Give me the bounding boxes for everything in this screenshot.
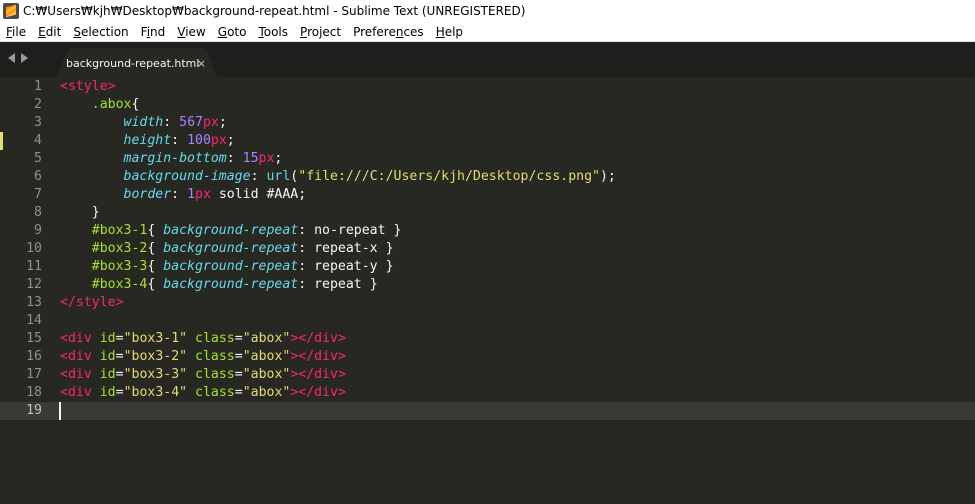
code-text: #box3-4{ background-repeat: repeat }: [91, 277, 378, 292]
line-number: 17: [26, 367, 42, 382]
code-text: height: 100px;: [123, 133, 235, 148]
window-title: C:₩Users₩kjh₩Desktop₩background-repeat.h…: [23, 4, 526, 18]
code-line[interactable]: 13 </style>: [0, 294, 975, 312]
menu-help[interactable]: Help: [430, 25, 469, 39]
line-number: 10: [26, 241, 42, 256]
line-number: 18: [26, 385, 42, 400]
menu-view[interactable]: View: [171, 25, 211, 39]
line-number: 6: [34, 169, 42, 184]
tab-navigation: [8, 53, 28, 63]
line-number: 7: [34, 187, 42, 202]
line-number: 13: [26, 295, 42, 310]
code-line[interactable]: 16 <div id="box3-2" class="abox"></div>: [0, 348, 975, 366]
code-text: margin-bottom: 15px;: [123, 151, 283, 166]
code-line[interactable]: 17 <div id="box3-3" class="abox"></div>: [0, 366, 975, 384]
menu-file[interactable]: File: [0, 25, 32, 39]
code-line[interactable]: 18 <div id="box3-4" class="abox"></div>: [0, 384, 975, 402]
code-text: <style>: [60, 79, 116, 94]
code-text: .abox{: [91, 97, 140, 112]
tab-label: background-repeat.html: [66, 56, 200, 70]
code-text: <div id="box3-2" class="abox"></div>: [60, 349, 346, 364]
menu-selection[interactable]: Selection: [67, 25, 134, 39]
code-text: border: 1px solid #AAA;: [123, 187, 307, 202]
menu-goto[interactable]: Goto: [212, 25, 253, 39]
menu-edit[interactable]: Edit: [32, 25, 67, 39]
tab-bar: background-repeat.html ×: [0, 43, 975, 78]
code-text: width: 567px;: [123, 115, 227, 130]
line-number: 1: [34, 79, 42, 94]
menu-tools[interactable]: Tools: [252, 25, 294, 39]
line-number: 16: [26, 349, 42, 364]
sublime-text-window: C:₩Users₩kjh₩Desktop₩background-repeat.h…: [0, 0, 975, 504]
line-number: 5: [34, 151, 42, 166]
title-bar[interactable]: C:₩Users₩kjh₩Desktop₩background-repeat.h…: [0, 0, 975, 22]
arrow-right-icon[interactable]: [21, 53, 28, 63]
code-text: }: [60, 205, 100, 220]
code-line[interactable]: 15 <div id="box3-1" class="abox"></div>: [0, 330, 975, 348]
code-text: #box3-3{ background-repeat: repeat-y }: [91, 259, 394, 274]
code-line[interactable]: 2 .abox{: [0, 96, 975, 114]
code-text: <div id="box3-4" class="abox"></div>: [60, 385, 346, 400]
menu-bar: File Edit Selection Find View Goto Tools Projec…: [0, 22, 975, 42]
code-text: </style>: [60, 295, 124, 310]
code-text: #box3-2{ background-repeat: repeat-x }: [91, 241, 394, 256]
code-line[interactable]: 14: [0, 312, 975, 330]
code-text: <div id="box3-3" class="abox"></div>: [60, 367, 346, 382]
arrow-left-icon[interactable]: [8, 53, 15, 63]
code-line[interactable]: 4 height: 100px;: [0, 132, 975, 150]
code-line[interactable]: 10 #box3-2{ background-repeat: repeat-x …: [0, 240, 975, 258]
tab-background-repeat-html[interactable]: background-repeat.html ×: [52, 48, 222, 78]
line-number: 19: [26, 403, 42, 418]
line-number: 14: [26, 313, 42, 328]
code-line[interactable]: 8 }: [0, 204, 975, 222]
menu-find[interactable]: Find: [135, 25, 172, 39]
code-line[interactable]: 7 border: 1px solid #AAA;: [0, 186, 975, 204]
close-icon[interactable]: ×: [197, 57, 206, 70]
code-line[interactable]: 19: [0, 402, 975, 420]
line-number: 8: [34, 205, 42, 220]
code-line[interactable]: 12 #box3-4{ background-repeat: repeat }: [0, 276, 975, 294]
line-number: 3: [34, 115, 42, 130]
code-text: background-image: url("file:///C:/Users/…: [123, 169, 616, 184]
code-text: #box3-1{ background-repeat: no-repeat }: [91, 223, 402, 238]
sublime-logo-icon: [3, 3, 19, 19]
line-number: 4: [34, 133, 42, 148]
line-number: 9: [34, 223, 42, 238]
line-number: 12: [26, 277, 42, 292]
code-line[interactable]: 6 background-image: url("file:///C:/User…: [0, 168, 975, 186]
line-number: 15: [26, 331, 42, 346]
code-line[interactable]: 11 #box3-3{ background-repeat: repeat-y …: [0, 258, 975, 276]
code-text: <div id="box3-1" class="abox"></div>: [60, 331, 346, 346]
code-line[interactable]: 1 <style>: [0, 78, 975, 96]
code-editor[interactable]: 1 <style> 2 .abox{3 width: 567px; 4 height:…: [0, 77, 975, 504]
code-line[interactable]: 3 width: 567px;: [0, 114, 975, 132]
text-cursor: [59, 402, 61, 420]
code-line[interactable]: 9 #box3-1{ background-repeat: no-repeat …: [0, 222, 975, 240]
line-number: 11: [26, 259, 42, 274]
code-line[interactable]: 5 margin-bottom: 15px;: [0, 150, 975, 168]
menu-project[interactable]: Project: [294, 25, 347, 39]
line-number: 2: [34, 97, 42, 112]
menu-preferences[interactable]: Preferences: [347, 25, 430, 39]
